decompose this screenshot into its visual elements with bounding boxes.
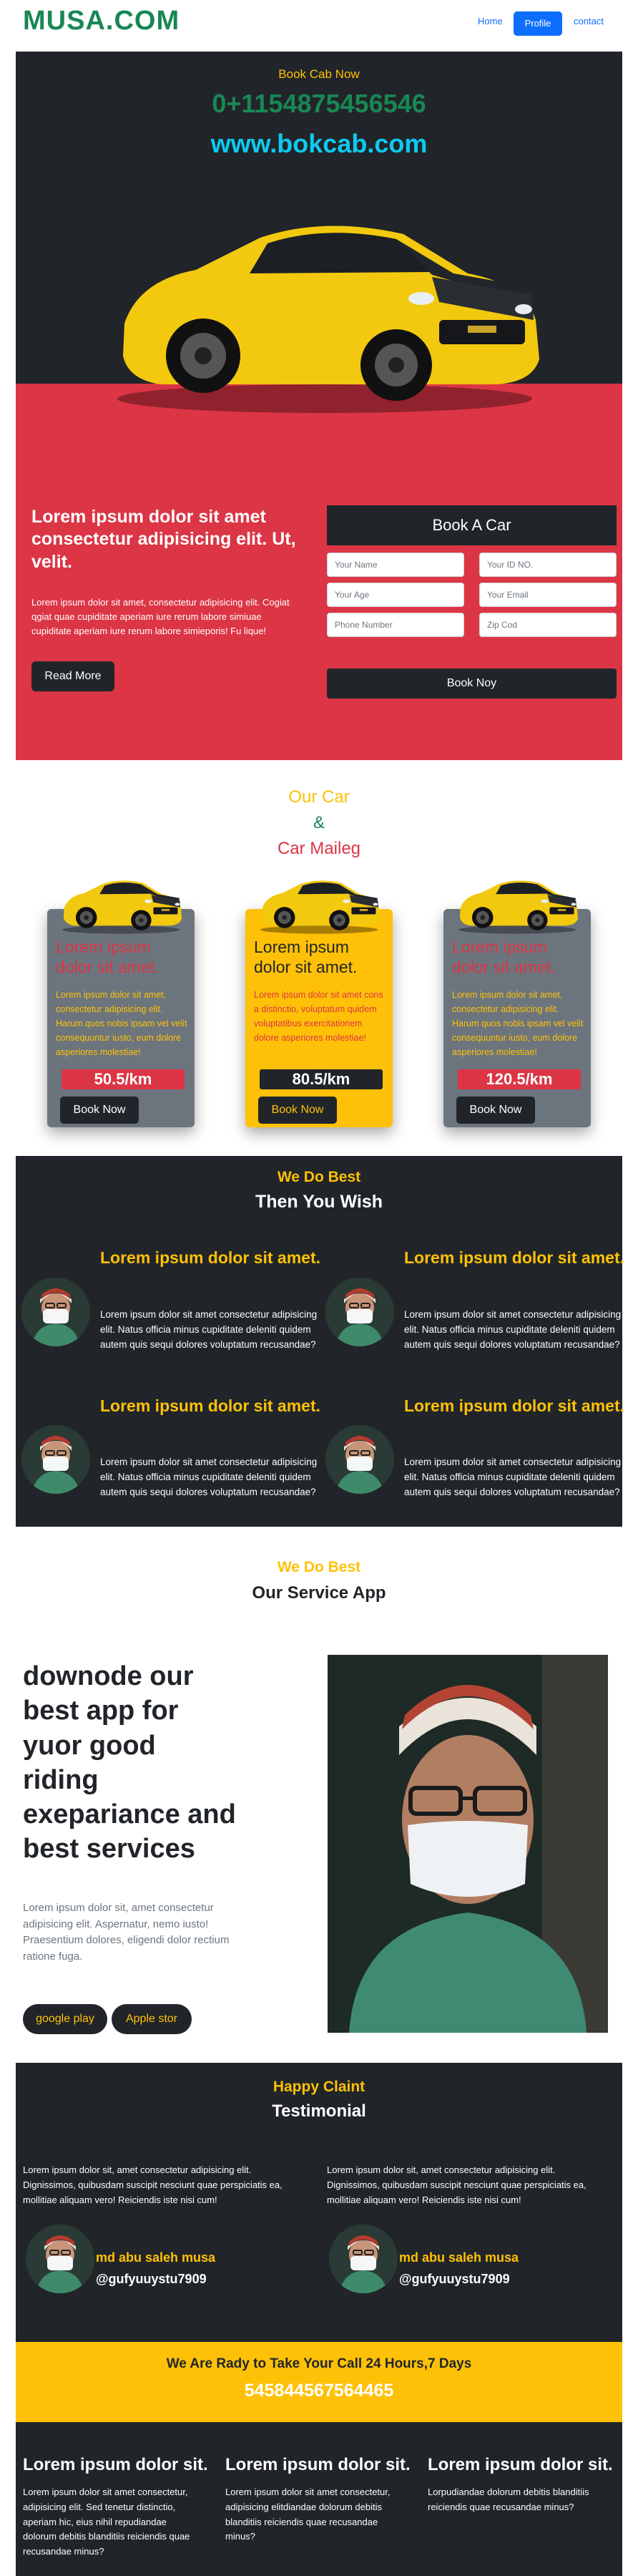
- card-book-button[interactable]: Book Now: [60, 1097, 139, 1124]
- email-input[interactable]: Your Email: [479, 583, 617, 607]
- card-heading: Lorem ipsum dolor sit amet.: [452, 938, 556, 976]
- nav-contact-link[interactable]: contact: [574, 16, 604, 26]
- app-paragraph: Lorem ipsum dolor sit, amet consectetur …: [23, 1902, 230, 1963]
- feature-heading: Lorem ipsum dolor sit amet.: [404, 1396, 624, 1415]
- service-photo: [328, 1655, 608, 2033]
- book-submit-button[interactable]: Book Noy: [327, 669, 617, 699]
- card-text: Lorem ipsum dolor sit amet, consectetur …: [56, 990, 187, 1057]
- card-text: Lorem ipsum dolor sit amet, consectetur …: [452, 990, 584, 1057]
- card-car-image: [47, 872, 195, 935]
- we-do-best-section: We Do Best Then You Wish Lorem ipsum dol…: [16, 1156, 624, 1527]
- apple-store-button[interactable]: Apple stor: [112, 2004, 192, 2034]
- service-kicker: We Do Best: [277, 1559, 361, 1575]
- footer-text: Lorpudiandae dolorum debitis blanditiis …: [428, 2487, 589, 2512]
- wdb-kicker: We Do Best: [277, 1169, 361, 1185]
- nav-profile-button[interactable]: Profile: [514, 11, 562, 36]
- feature-avatar: [21, 1278, 90, 1346]
- footer-heading: Lorem ipsum dolor sit.: [225, 2455, 411, 2474]
- zip-input[interactable]: Zip Cod: [479, 613, 617, 637]
- feature-avatar: [325, 1425, 394, 1494]
- footer-text: Lorem ipsum dolor sit amet consectetur, …: [225, 2487, 391, 2542]
- feature-text: Lorem ipsum dolor sit amet consectetur a…: [404, 1457, 622, 1497]
- card-car-image: [443, 872, 591, 935]
- feature-text: Lorem ipsum dolor sit amet consectetur a…: [404, 1309, 622, 1350]
- hero-paragraph: Lorem ipsum dolor sit amet, consectetur …: [31, 597, 290, 637]
- name-input[interactable]: Your Name: [327, 553, 464, 577]
- cta-phone[interactable]: 545844567564465: [16, 2381, 622, 2401]
- card-heading: Lorem ipsum dolor sit amet.: [56, 938, 160, 976]
- hero-website: www.bokcab.com: [210, 129, 428, 158]
- card-book-button[interactable]: Book Now: [258, 1097, 337, 1124]
- hero-section: Book Cab Now 0+1154875456546 www.bokcab.…: [16, 52, 622, 760]
- nav-home-link[interactable]: Home: [478, 16, 503, 26]
- card-car-image: [245, 872, 393, 935]
- hero-heading: Lorem ipsum dolor sit amet consectetur a…: [31, 507, 296, 572]
- cars-title-1: Our Car: [288, 787, 350, 807]
- card-price: 50.5/km: [62, 1069, 185, 1089]
- feature-avatar: [325, 1278, 394, 1346]
- card-text: Lorem ipsum dolor sit amet cons a distin…: [254, 990, 383, 1043]
- book-car-title: Book A Car: [327, 505, 617, 545]
- feature-heading: Lorem ipsum dolor sit amet.: [404, 1248, 624, 1267]
- testimonial-kicker: Happy Claint: [273, 2079, 365, 2095]
- hero-car-image: [96, 195, 554, 417]
- age-input[interactable]: Your Age: [327, 583, 464, 607]
- testimonial-section: Happy Claint Testimonial Lorem ipsum dol…: [16, 2063, 622, 2342]
- testimonial-handle: @gufyuuystu7909: [96, 2272, 207, 2286]
- id-input[interactable]: Your ID NO.: [479, 553, 617, 577]
- card-heading: Lorem ipsum dolor sit amet.: [254, 938, 358, 976]
- footer-heading: Lorem ipsum dolor sit.: [428, 2455, 613, 2474]
- testimonial-avatar: [329, 2225, 398, 2293]
- testimonial-text: Lorem ipsum dolor sit, amet consectetur …: [327, 2164, 587, 2205]
- car-card: Lorem ipsum dolor sit amet. Lorem ipsum …: [47, 909, 195, 1127]
- testimonial-name: md abu saleh musa: [96, 2250, 216, 2265]
- cta-band: We Are Rady to Take Your Call 24 Hours,7…: [16, 2342, 622, 2422]
- testimonial-avatar: [26, 2225, 94, 2293]
- testimonial-handle: @gufyuuystu7909: [399, 2272, 510, 2286]
- navbar: MUSA.COM Home Profile contact: [0, 0, 638, 46]
- wdb-title: Then You Wish: [255, 1192, 383, 1212]
- card-price: 120.5/km: [458, 1069, 581, 1089]
- cars-amp: &: [313, 813, 325, 832]
- footer-heading: Lorem ipsum dolor sit.: [23, 2455, 208, 2474]
- feature-avatar: [21, 1425, 90, 1494]
- person-photo-image: [328, 1655, 608, 2033]
- footer-text: Lorem ipsum dolor sit amet consectetur, …: [23, 2487, 190, 2557]
- google-play-button[interactable]: google play: [23, 2004, 107, 2034]
- feature-text: Lorem ipsum dolor sit amet consectetur a…: [100, 1309, 318, 1350]
- hero-subtitle: Book Cab Now: [278, 67, 360, 81]
- app-heading: downode our best app for yuor good ridin…: [23, 1661, 236, 1865]
- testimonial-name: md abu saleh musa: [399, 2250, 519, 2265]
- feature-heading: Lorem ipsum dolor sit amet.: [100, 1396, 320, 1415]
- phone-input[interactable]: Phone Number: [327, 613, 464, 637]
- feature-heading: Lorem ipsum dolor sit amet.: [100, 1248, 320, 1267]
- feature-text: Lorem ipsum dolor sit amet consectetur a…: [100, 1457, 318, 1497]
- testimonial-text: Lorem ipsum dolor sit, amet consectetur …: [23, 2164, 283, 2205]
- service-title: Our Service App: [252, 1583, 386, 1603]
- card-price: 80.5/km: [260, 1069, 383, 1089]
- testimonial-title: Testimonial: [272, 2101, 366, 2121]
- car-card: Lorem ipsum dolor sit amet. Lorem ipsum …: [443, 909, 591, 1127]
- cars-title-2: Car Maileg: [277, 839, 361, 858]
- card-book-button[interactable]: Book Now: [456, 1097, 535, 1124]
- cta-text: We Are Rady to Take Your Call 24 Hours,7…: [166, 2356, 472, 2371]
- brand-logo[interactable]: MUSA.COM: [23, 6, 180, 37]
- read-more-button[interactable]: Read More: [31, 661, 114, 691]
- car-card: Lorem ipsum dolor sit amet. Lorem ipsum …: [245, 909, 393, 1127]
- hero-phone: 0+1154875456546: [212, 89, 426, 118]
